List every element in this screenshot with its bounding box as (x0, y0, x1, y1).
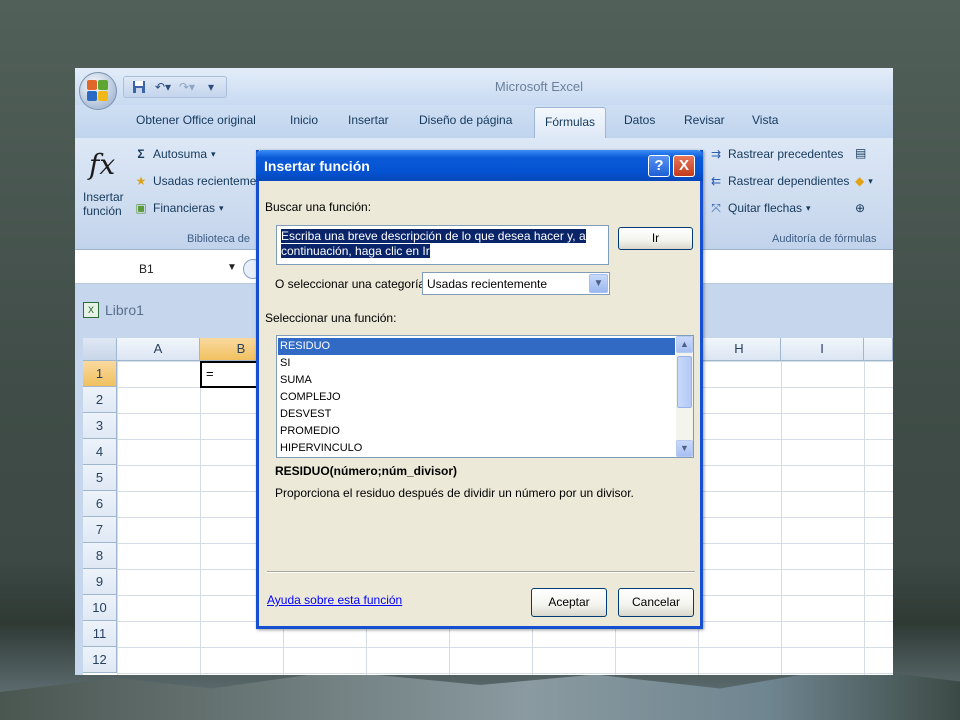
recent-functions-button[interactable]: ★ Usadas recientemen (133, 174, 263, 188)
chevron-down-icon[interactable]: ▼ (676, 440, 693, 457)
column-header-i[interactable]: I (781, 338, 864, 361)
office-button[interactable] (79, 72, 117, 110)
dialog-title: Insertar función (264, 158, 370, 174)
remove-arrows-button[interactable]: ⤧ Quitar flechas ▾ (708, 201, 811, 215)
trace-precedents-button[interactable]: ⇉ Rastrear precedentes (708, 147, 843, 161)
insert-function-dialog: Insertar función ? X Buscar una función:… (256, 150, 703, 629)
tab-insertar[interactable]: Insertar (348, 113, 389, 127)
excel-file-icon: X (83, 302, 99, 318)
trace-dependents-icon: ⇇ (710, 174, 722, 188)
list-item[interactable]: RESIDUO (278, 338, 675, 355)
listbox-scrollbar[interactable]: ▲ ▼ (676, 336, 693, 457)
tab-get-office[interactable]: Obtener Office original (136, 113, 256, 127)
column-header-a[interactable]: A (117, 338, 200, 361)
trace-precedents-label: Rastrear precedentes (728, 147, 844, 161)
dialog-divider (267, 571, 695, 573)
financial-functions-button[interactable]: ▣ Financieras ▾ (133, 201, 224, 215)
category-select-value: Usadas recientemente (427, 277, 548, 291)
recent-label: Usadas recientemen (153, 174, 264, 188)
insert-function-label-line1: Insertar (83, 190, 124, 204)
show-formulas-icon[interactable]: ▤ (855, 146, 866, 160)
row-header[interactable]: 6 (83, 491, 117, 517)
tab-revisar[interactable]: Revisar (684, 113, 725, 127)
tab-inicio[interactable]: Inicio (290, 113, 318, 127)
group-label-library: Biblioteca de (187, 233, 250, 245)
remove-arrows-label: Quitar flechas (728, 201, 803, 215)
name-box[interactable]: B1 (79, 260, 239, 280)
workbook-title-text: Libro1 (105, 302, 144, 318)
chevron-down-icon: ▾ (211, 148, 216, 159)
select-function-label: Seleccionar una función: (265, 311, 397, 325)
fx-icon: fx (89, 148, 116, 181)
autosum-button[interactable]: Σ Autosuma ▾ (133, 147, 216, 161)
group-label-audit: Auditoría de fórmulas (772, 233, 877, 245)
tab-diseno-pagina[interactable]: Diseño de página (419, 113, 512, 127)
tab-formulas[interactable]: Fórmulas (534, 107, 607, 138)
trace-dependents-button[interactable]: ⇇ Rastrear dependientes (708, 174, 849, 188)
row-header[interactable]: 11 (83, 621, 117, 647)
chevron-down-icon[interactable]: ▼ (227, 262, 237, 273)
search-label: Buscar una función: (265, 200, 372, 214)
chevron-down-icon: ▾ (806, 202, 811, 213)
star-book-icon: ★ (135, 174, 147, 188)
row-header[interactable]: 12 (83, 647, 117, 673)
function-description: Proporciona el residuo después de dividi… (275, 486, 634, 500)
error-checking-icon[interactable]: ◆ ▾ (855, 174, 873, 188)
category-select[interactable]: Usadas recientemente ▼ (422, 272, 610, 295)
list-item[interactable]: HIPERVINCULO (278, 440, 675, 457)
go-button[interactable]: Ir (618, 227, 693, 250)
remove-arrows-icon: ⤧ (711, 201, 721, 215)
trace-dependents-label: Rastrear dependientes (728, 174, 850, 188)
title-bar: ↶▾ ↷▾ ▾ Microsoft Excel (75, 68, 893, 105)
category-label: O seleccionar una categoría: (275, 277, 429, 291)
search-input[interactable]: Escriba una breve descripción de lo que … (276, 225, 609, 265)
workbook-title: X Libro1 (83, 302, 144, 318)
function-listbox[interactable]: RESIDUO SI SUMA COMPLEJO DESVEST PROMEDI… (276, 335, 694, 458)
scrollbar-thumb[interactable] (677, 356, 692, 408)
column-header-next[interactable] (864, 338, 893, 361)
dialog-title-bar[interactable]: Insertar función ? X (256, 150, 703, 181)
chevron-down-icon[interactable]: ▼ (589, 274, 608, 293)
tab-vista[interactable]: Vista (752, 113, 778, 127)
row-header[interactable]: 7 (83, 517, 117, 543)
search-input-text: Escriba una breve descripción de lo que … (281, 229, 586, 258)
row-header[interactable]: 10 (83, 595, 117, 621)
row-header[interactable]: 8 (83, 543, 117, 569)
close-icon[interactable]: X (673, 155, 695, 177)
trace-precedents-icon: ⇉ (710, 147, 722, 161)
function-signature: RESIDUO(número;núm_divisor) (275, 464, 458, 478)
list-item[interactable]: PROMEDIO (278, 423, 675, 440)
book-icon: ▣ (135, 201, 147, 215)
select-all-corner[interactable] (83, 338, 117, 361)
list-item[interactable]: COMPLEJO (278, 389, 675, 406)
evaluate-formula-icon[interactable]: ⊕ (855, 201, 865, 215)
row-header[interactable]: 3 (83, 413, 117, 439)
row-header[interactable]: 5 (83, 465, 117, 491)
chevron-down-icon: ▾ (219, 202, 224, 213)
app-title: Microsoft Excel (494, 79, 584, 94)
chevron-up-icon[interactable]: ▲ (676, 336, 693, 353)
tab-datos[interactable]: Datos (624, 113, 655, 127)
column-header-h[interactable]: H (698, 338, 781, 361)
ok-button[interactable]: Aceptar (531, 588, 607, 617)
insert-function-label: Insertar función (83, 190, 124, 218)
list-item[interactable]: DESVEST (278, 406, 675, 423)
help-link[interactable]: Ayuda sobre esta función (267, 593, 402, 607)
office-logo-icon (87, 80, 109, 102)
insert-function-label-line2: función (83, 204, 122, 218)
row-header[interactable]: 4 (83, 439, 117, 465)
sigma-icon: Σ (137, 147, 145, 161)
row-header[interactable]: 9 (83, 569, 117, 595)
financial-label: Financieras (153, 201, 216, 215)
list-item[interactable]: SI (278, 355, 675, 372)
ribbon-tabs: Obtener Office original Inicio Insertar … (75, 105, 893, 138)
list-item[interactable]: SUMA (278, 372, 675, 389)
cancel-button[interactable]: Cancelar (618, 588, 694, 617)
help-icon[interactable]: ? (648, 155, 670, 177)
row-header[interactable]: 2 (83, 387, 117, 413)
autosum-label: Autosuma (153, 147, 208, 161)
row-header[interactable]: 1 (83, 361, 117, 387)
